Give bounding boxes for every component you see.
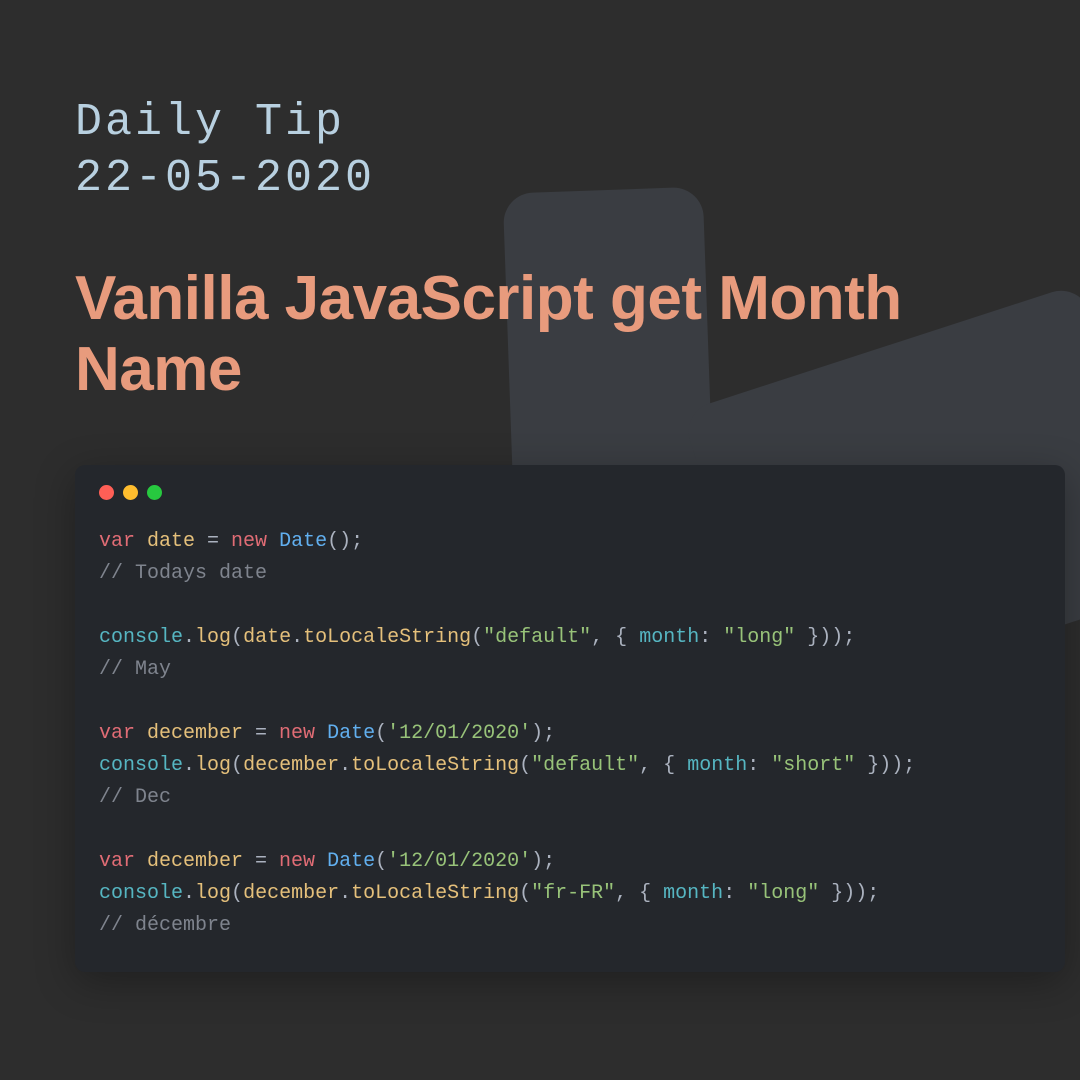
- code-token: december: [243, 754, 339, 777]
- code-line: var date = new Date();: [99, 526, 1041, 558]
- code-token: Date: [279, 530, 327, 553]
- code-window: var date = new Date();// Todays date con…: [75, 465, 1065, 972]
- code-token: );: [531, 850, 555, 873]
- code-line: // Dec: [99, 782, 1041, 814]
- code-token: .: [291, 626, 303, 649]
- code-token: :: [699, 626, 723, 649]
- close-icon: [99, 485, 114, 500]
- code-token: :: [747, 754, 771, 777]
- code-token: "long": [747, 882, 819, 905]
- code-token: console: [99, 626, 183, 649]
- code-token: var: [99, 850, 147, 873]
- code-token: (: [231, 882, 243, 905]
- code-token: log: [195, 882, 231, 905]
- code-line: // Todays date: [99, 558, 1041, 590]
- code-token: december: [147, 850, 243, 873]
- code-token: , {: [639, 754, 687, 777]
- code-line: console.log(december.toLocaleString("def…: [99, 750, 1041, 782]
- code-token: toLocaleString: [351, 754, 519, 777]
- code-token: }));: [795, 626, 855, 649]
- code-token: (: [231, 754, 243, 777]
- code-block: var date = new Date();// Todays date con…: [99, 526, 1041, 942]
- content-container: Daily Tip 22-05-2020 Vanilla JavaScript …: [0, 0, 1080, 972]
- code-line: [99, 814, 1041, 846]
- code-token: '12/01/2020': [387, 850, 531, 873]
- code-token: month: [687, 754, 747, 777]
- code-token: (: [375, 722, 387, 745]
- code-token: toLocaleString: [303, 626, 471, 649]
- code-token: month: [663, 882, 723, 905]
- code-line: // décembre: [99, 910, 1041, 942]
- code-token: date: [147, 530, 195, 553]
- code-token: var: [99, 530, 147, 553]
- code-token: var: [99, 722, 147, 745]
- page-title: Vanilla JavaScript get Month Name: [75, 263, 1010, 406]
- code-token: console: [99, 882, 183, 905]
- code-token: // décembre: [99, 914, 231, 937]
- code-token: december: [147, 722, 243, 745]
- header-block: Daily Tip 22-05-2020: [75, 95, 1010, 208]
- code-token: // Dec: [99, 786, 171, 809]
- code-token: .: [183, 882, 195, 905]
- code-token: december: [243, 882, 339, 905]
- code-token: .: [183, 626, 195, 649]
- code-token: '12/01/2020': [387, 722, 531, 745]
- code-token: =: [243, 850, 279, 873]
- code-token: :: [723, 882, 747, 905]
- code-token: month: [639, 626, 699, 649]
- code-token: }));: [819, 882, 879, 905]
- code-token: , {: [591, 626, 639, 649]
- code-token: // May: [99, 658, 171, 681]
- code-token: "fr-FR": [531, 882, 615, 905]
- code-token: .: [339, 754, 351, 777]
- code-line: var december = new Date('12/01/2020');: [99, 718, 1041, 750]
- code-token: toLocaleString: [351, 882, 519, 905]
- code-token: (: [471, 626, 483, 649]
- window-controls: [99, 485, 1041, 500]
- header-label: Daily Tip: [75, 95, 1010, 151]
- code-token: "long": [723, 626, 795, 649]
- code-token: }));: [855, 754, 915, 777]
- code-line: // May: [99, 654, 1041, 686]
- code-token: new: [231, 530, 279, 553]
- code-token: (: [519, 882, 531, 905]
- code-token: log: [195, 754, 231, 777]
- code-token: ();: [327, 530, 363, 553]
- code-token: "default": [483, 626, 591, 649]
- maximize-icon: [147, 485, 162, 500]
- code-token: // Todays date: [99, 562, 267, 585]
- code-token: log: [195, 626, 231, 649]
- code-token: =: [195, 530, 231, 553]
- code-token: date: [243, 626, 291, 649]
- code-token: (: [519, 754, 531, 777]
- code-token: .: [183, 754, 195, 777]
- code-token: =: [243, 722, 279, 745]
- code-token: new: [279, 850, 327, 873]
- code-token: Date: [327, 722, 375, 745]
- code-token: (: [375, 850, 387, 873]
- code-line: [99, 590, 1041, 622]
- code-line: var december = new Date('12/01/2020');: [99, 846, 1041, 878]
- code-token: .: [339, 882, 351, 905]
- code-token: (: [231, 626, 243, 649]
- code-line: console.log(december.toLocaleString("fr-…: [99, 878, 1041, 910]
- code-token: , {: [615, 882, 663, 905]
- code-token: console: [99, 754, 183, 777]
- code-token: "short": [771, 754, 855, 777]
- header-date: 22-05-2020: [75, 151, 1010, 207]
- code-token: );: [531, 722, 555, 745]
- code-line: [99, 686, 1041, 718]
- minimize-icon: [123, 485, 138, 500]
- code-token: Date: [327, 850, 375, 873]
- code-token: "default": [531, 754, 639, 777]
- code-line: console.log(date.toLocaleString("default…: [99, 622, 1041, 654]
- code-token: new: [279, 722, 327, 745]
